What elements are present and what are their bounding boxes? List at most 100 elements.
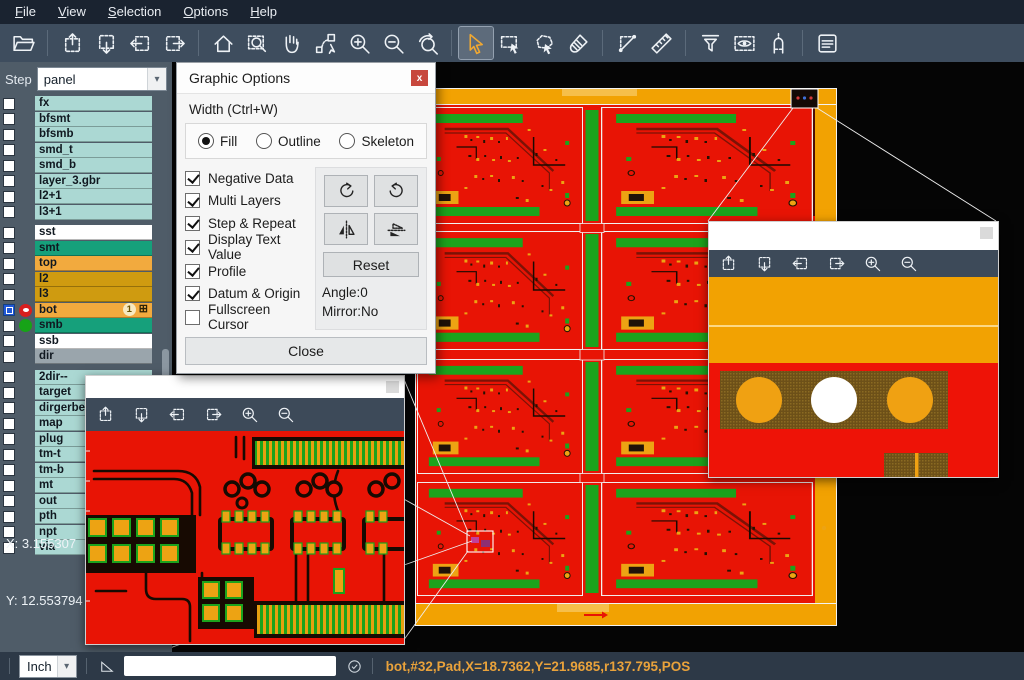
menu-item-file[interactable]: File — [4, 0, 47, 24]
select-tool-button[interactable] — [459, 27, 493, 59]
layer-visibility-checkbox[interactable] — [3, 387, 15, 399]
radio-outline[interactable]: Outline — [256, 133, 321, 149]
layer-visibility-checkbox[interactable] — [3, 191, 15, 203]
pan-right-button[interactable] — [157, 27, 191, 59]
popup-zoom-in-button[interactable] — [863, 254, 882, 273]
popup-pan-up-button[interactable] — [719, 254, 738, 273]
popup-pan-down-button[interactable] — [132, 405, 151, 424]
clear-highlight-tool-button[interactable] — [561, 27, 595, 59]
popup-pan-left-button[interactable] — [791, 254, 810, 273]
checkbox-negative-data[interactable]: Negative Data — [185, 167, 311, 190]
layer-visibility-checkbox[interactable] — [3, 227, 15, 239]
layer-row-bfsmt[interactable]: bfsmt — [0, 112, 172, 128]
layer-row-l2-1[interactable]: l2+1 — [0, 189, 172, 205]
zoom-out-button[interactable] — [376, 27, 410, 59]
layer-visibility-checkbox[interactable] — [3, 175, 15, 187]
menu-item-view[interactable]: View — [47, 0, 97, 24]
magnifier-2-view[interactable] — [709, 277, 998, 477]
window-button-icon[interactable] — [980, 227, 993, 239]
layer-row-smd-b[interactable]: smd_b — [0, 158, 172, 174]
layer-visibility-checkbox[interactable] — [3, 371, 15, 383]
zoom-home-button[interactable] — [206, 27, 240, 59]
layer-visibility-checkbox[interactable] — [3, 258, 15, 270]
zoom-previous-button[interactable] — [410, 27, 444, 59]
layer-visibility-checkbox[interactable] — [3, 335, 15, 347]
layer-row-layer-3-gbr[interactable]: layer_3.gbr — [0, 174, 172, 190]
layer-row-ssb[interactable]: ssb — [0, 334, 172, 350]
layer-visibility-checkbox[interactable] — [3, 206, 15, 218]
rect-select-tool-button[interactable] — [493, 27, 527, 59]
checkbox-multi-layers[interactable]: Multi Layers — [185, 190, 311, 213]
layer-visibility-checkbox[interactable] — [3, 242, 15, 254]
magnifier-1-title-bar[interactable] — [86, 376, 404, 398]
layer-row-smt[interactable]: smt — [0, 241, 172, 257]
mirror-horizontal-button[interactable] — [324, 213, 368, 245]
layer-visibility-checkbox[interactable] — [3, 144, 15, 156]
measure-tool-button[interactable] — [610, 27, 644, 59]
checkbox-profile[interactable]: Profile — [185, 260, 311, 283]
layer-visibility-checkbox[interactable] — [3, 160, 15, 172]
open-file-button[interactable] — [6, 27, 40, 59]
polygon-select-tool-button[interactable] — [527, 27, 561, 59]
layer-visibility-checkbox[interactable] — [3, 351, 15, 363]
popup-pan-up-button[interactable] — [96, 405, 115, 424]
layer-row-fx[interactable]: fx — [0, 96, 172, 112]
popup-pan-down-button[interactable] — [755, 254, 774, 273]
layer-visibility-checkbox[interactable] — [3, 418, 15, 430]
layer-visibility-checkbox[interactable] — [3, 433, 15, 445]
command-input[interactable] — [124, 656, 336, 676]
menu-item-help[interactable]: Help — [239, 0, 288, 24]
report-tool-button[interactable] — [810, 27, 844, 59]
layer-visibility-checkbox[interactable] — [3, 320, 15, 332]
layer-row-l3[interactable]: l3 — [0, 287, 172, 303]
pan-up-button[interactable] — [55, 27, 89, 59]
checkbox-display-text-value[interactable]: Display Text Value — [185, 235, 311, 260]
snap-tool-button[interactable] — [761, 27, 795, 59]
layer-visibility-checkbox[interactable] — [3, 449, 15, 461]
reset-button[interactable]: Reset — [323, 252, 419, 277]
layer-visibility-checkbox[interactable] — [3, 464, 15, 476]
layer-visibility-checkbox[interactable] — [3, 113, 15, 125]
dialog-title-bar[interactable]: Graphic Options x — [177, 63, 435, 94]
apply-check-icon[interactable] — [346, 658, 363, 675]
layer-row-smd-t[interactable]: smd_t — [0, 143, 172, 159]
popup-pan-left-button[interactable] — [168, 405, 187, 424]
magnifier-2-title-bar[interactable] — [709, 222, 998, 250]
pan-hand-button[interactable] — [274, 27, 308, 59]
layer-row-bot[interactable]: bot1⊞ — [0, 303, 172, 319]
magnifier-1-view[interactable] — [86, 431, 404, 644]
zoom-in-button[interactable] — [342, 27, 376, 59]
layer-row-top[interactable]: top — [0, 256, 172, 272]
popup-pan-right-button[interactable] — [204, 405, 223, 424]
layer-visibility-checkbox[interactable] — [3, 98, 15, 110]
layer-visibility-checkbox[interactable] — [3, 402, 15, 414]
ruler-tool-button[interactable] — [644, 27, 678, 59]
rotate-ccw-button[interactable] — [374, 175, 418, 207]
popup-zoom-out-button[interactable] — [899, 254, 918, 273]
pan-left-button[interactable] — [123, 27, 157, 59]
close-icon[interactable]: x — [411, 70, 428, 86]
checkbox-fullscreen-cursor[interactable]: Fullscreen Cursor — [185, 305, 311, 330]
layer-row-l3-1[interactable]: l3+1 — [0, 205, 172, 221]
layer-visibility-checkbox[interactable] — [3, 304, 15, 316]
zoom-window-button[interactable] — [240, 27, 274, 59]
mirror-vertical-button[interactable] — [374, 213, 418, 245]
popup-zoom-in-button[interactable] — [240, 405, 259, 424]
menu-item-selection[interactable]: Selection — [97, 0, 172, 24]
menu-item-options[interactable]: Options — [172, 0, 239, 24]
layer-visibility-checkbox[interactable] — [3, 129, 15, 141]
popup-zoom-out-button[interactable] — [276, 405, 295, 424]
rotate-cw-button[interactable] — [324, 175, 368, 207]
layer-row-sst[interactable]: sst — [0, 225, 172, 241]
layer-visibility-checkbox[interactable] — [3, 480, 15, 492]
layer-row-dir[interactable]: dir — [0, 349, 172, 365]
layer-row-l2[interactable]: l2 — [0, 272, 172, 288]
layer-visibility-checkbox[interactable] — [3, 289, 15, 301]
radio-fill[interactable]: Fill — [198, 133, 237, 149]
view-overlay-tool-button[interactable] — [727, 27, 761, 59]
unit-select[interactable]: Inch ▾ — [19, 655, 77, 678]
layer-row-smb[interactable]: smb — [0, 318, 172, 334]
popup-pan-right-button[interactable] — [827, 254, 846, 273]
close-button[interactable]: Close — [185, 337, 427, 365]
window-button-icon[interactable] — [386, 381, 399, 393]
